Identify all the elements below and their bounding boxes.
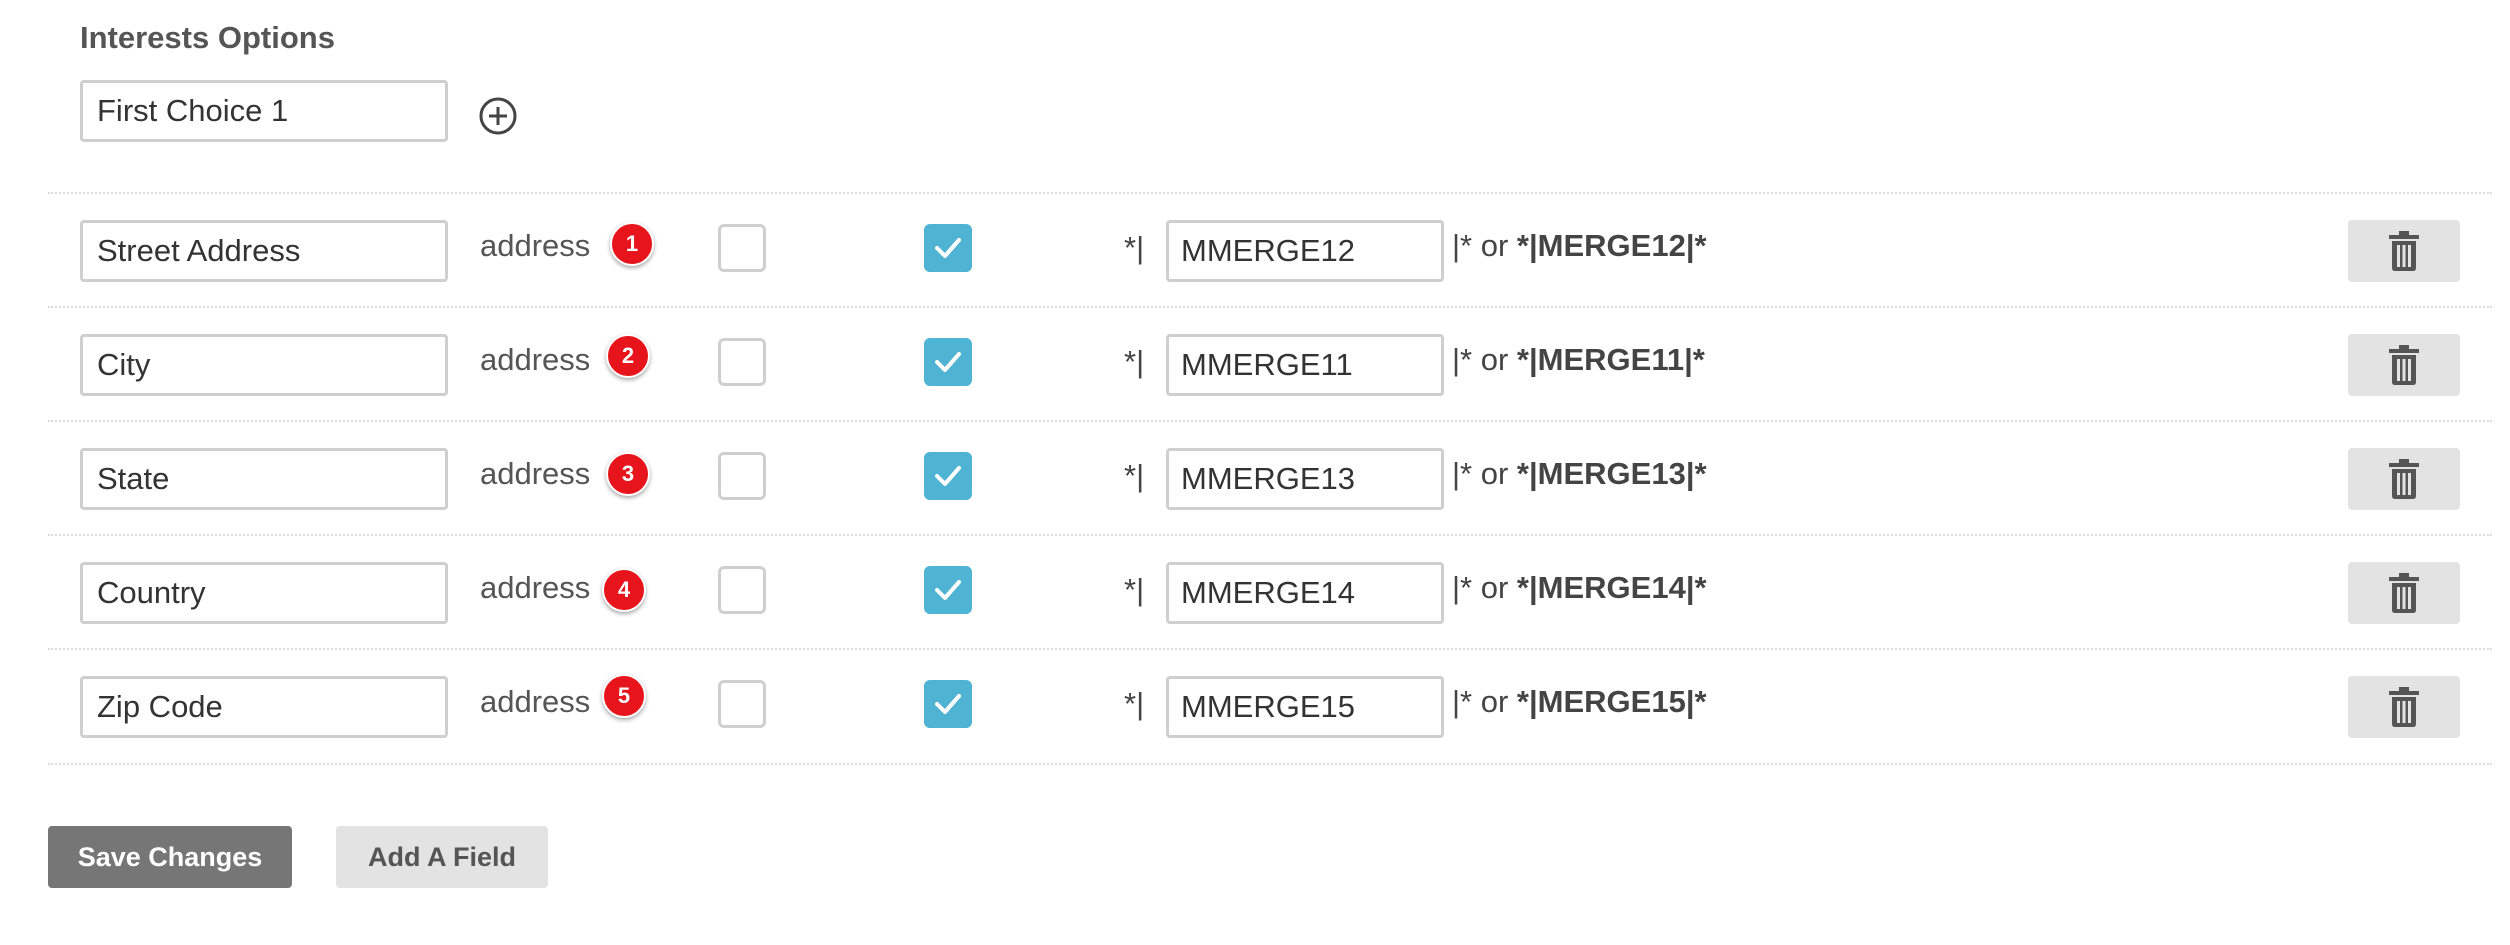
merge-prefix: *| (1124, 458, 1145, 493)
field-name-input[interactable] (80, 562, 448, 624)
first-choice-input[interactable] (80, 80, 448, 142)
visible-checkbox[interactable] (924, 224, 972, 272)
merge-suffix-text: |* or (1452, 228, 1509, 263)
check-icon (935, 580, 961, 600)
merge-suffix-text: |* or (1452, 342, 1509, 377)
merge-tag-input[interactable] (1166, 562, 1444, 624)
merge-prefix: *| (1124, 230, 1145, 265)
trash-icon (2389, 345, 2419, 385)
merge-suffix: |* or *|MERGE15|* (1452, 684, 1707, 720)
trash-icon (2389, 687, 2419, 727)
merge-suffix: |* or *|MERGE11|* (1452, 342, 1705, 378)
merge-prefix: *| (1124, 686, 1145, 721)
delete-field-button[interactable] (2348, 334, 2460, 396)
merge-suffix: |* or *|MERGE12|* (1452, 228, 1707, 264)
required-checkbox[interactable] (718, 566, 766, 614)
field-type-label: address (480, 684, 591, 719)
field-name-input[interactable] (80, 676, 448, 738)
required-checkbox[interactable] (718, 452, 766, 500)
trash-icon (2389, 231, 2419, 271)
trash-icon (2389, 459, 2419, 499)
merge-alt-tag: *|MERGE11|* (1516, 342, 1705, 377)
row-divider (48, 534, 2492, 536)
merge-alt-tag: *|MERGE12|* (1516, 228, 1707, 263)
merge-suffix-text: |* or (1452, 456, 1509, 491)
interests-options-label: Interests Options (80, 20, 335, 55)
row-divider (48, 420, 2492, 422)
check-icon (935, 238, 961, 258)
field-type-label: address (480, 342, 591, 377)
row-divider (48, 306, 2492, 308)
field-name-input[interactable] (80, 334, 448, 396)
merge-suffix-text: |* or (1452, 684, 1509, 719)
visible-checkbox[interactable] (924, 452, 972, 500)
trash-icon (2389, 573, 2419, 613)
check-icon (935, 694, 961, 714)
step-badge: 1 (610, 222, 654, 266)
merge-prefix: *| (1124, 572, 1145, 607)
required-checkbox[interactable] (718, 338, 766, 386)
required-checkbox[interactable] (718, 680, 766, 728)
merge-alt-tag: *|MERGE13|* (1516, 456, 1707, 491)
field-type-label: address (480, 228, 591, 263)
save-changes-button[interactable]: Save Changes (48, 826, 292, 888)
merge-suffix-text: |* or (1452, 570, 1509, 605)
merge-alt-tag: *|MERGE15|* (1516, 684, 1707, 719)
add-choice-button[interactable] (478, 96, 518, 136)
required-checkbox[interactable] (718, 224, 766, 272)
delete-field-button[interactable] (2348, 562, 2460, 624)
delete-field-button[interactable] (2348, 448, 2460, 510)
field-name-input[interactable] (80, 448, 448, 510)
merge-suffix: |* or *|MERGE14|* (1452, 570, 1707, 606)
step-badge: 5 (602, 674, 646, 718)
delete-field-button[interactable] (2348, 220, 2460, 282)
step-badge: 2 (606, 334, 650, 378)
merge-suffix: |* or *|MERGE13|* (1452, 456, 1707, 492)
merge-prefix: *| (1124, 344, 1145, 379)
visible-checkbox[interactable] (924, 338, 972, 386)
row-divider (48, 192, 2492, 194)
row-divider (48, 648, 2492, 650)
field-type-label: address (480, 456, 591, 491)
merge-tag-input[interactable] (1166, 220, 1444, 282)
row-divider (48, 763, 2492, 765)
check-icon (935, 352, 961, 372)
merge-tag-input[interactable] (1166, 448, 1444, 510)
delete-field-button[interactable] (2348, 676, 2460, 738)
field-name-input[interactable] (80, 220, 448, 282)
visible-checkbox[interactable] (924, 566, 972, 614)
merge-alt-tag: *|MERGE14|* (1516, 570, 1707, 605)
step-badge: 4 (602, 568, 646, 612)
step-badge: 3 (606, 452, 650, 496)
merge-tag-input[interactable] (1166, 334, 1444, 396)
visible-checkbox[interactable] (924, 680, 972, 728)
merge-tag-input[interactable] (1166, 676, 1444, 738)
check-icon (935, 466, 961, 486)
field-type-label: address (480, 570, 591, 605)
add-field-button[interactable]: Add A Field (336, 826, 548, 888)
plus-circle-icon (479, 97, 517, 135)
